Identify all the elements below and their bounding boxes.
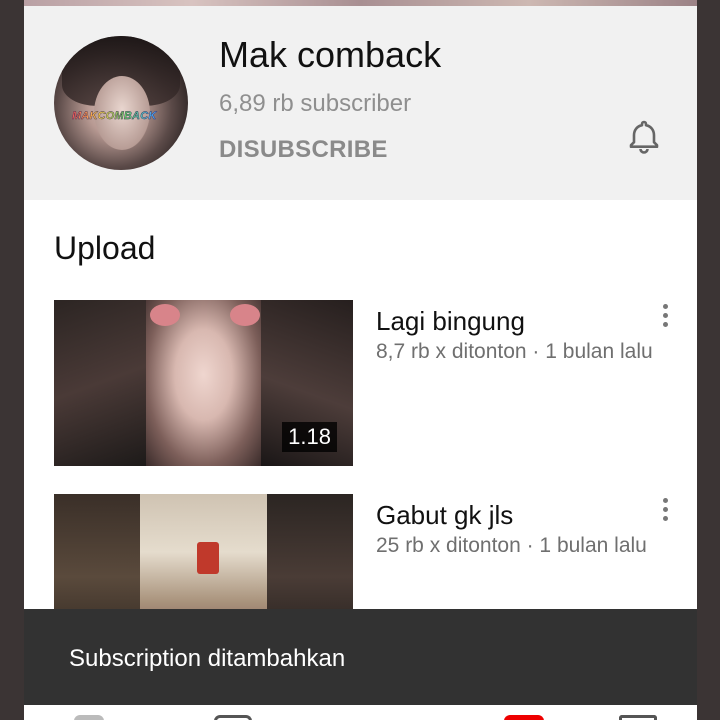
app-screen: MAKCOMBACK Mak comback 6,89 rb subscribe… bbox=[24, 6, 697, 720]
dot-icon bbox=[662, 313, 668, 318]
video-meta: 8,7 rb x ditonton · 1 bulan lalu bbox=[376, 340, 653, 363]
unsubscribe-button[interactable]: DISUBSCRIBE bbox=[219, 136, 388, 164]
dot-icon bbox=[662, 304, 668, 309]
more-vertical-icon[interactable] bbox=[658, 498, 672, 528]
dot-icon bbox=[662, 322, 668, 327]
video-thumbnail[interactable]: 1.18 bbox=[54, 300, 353, 466]
thumbnail-phone-shape bbox=[197, 542, 219, 574]
subscriber-count: 6,89 rb subscriber bbox=[219, 90, 412, 117]
filter-ear-right bbox=[230, 304, 260, 326]
video-item[interactable]: 1.18 Lagi bingung 8,7 rb x ditonton · 1 … bbox=[54, 300, 674, 466]
video-meta: 25 rb x ditonton · 1 bulan lalu bbox=[376, 534, 647, 557]
avatar-logo-text: MAKCOMBACK bbox=[72, 110, 182, 122]
bell-icon-svg bbox=[629, 120, 659, 154]
dot-icon bbox=[662, 498, 668, 503]
thumbnail-left-panel bbox=[54, 300, 146, 466]
nav-subscriptions-icon[interactable] bbox=[504, 715, 544, 720]
video-title[interactable]: Gabut gk jls bbox=[376, 500, 513, 531]
filter-ear-left bbox=[150, 304, 180, 326]
dot-icon bbox=[662, 507, 668, 512]
channel-header: MAKCOMBACK Mak comback 6,89 rb subscribe… bbox=[24, 6, 697, 200]
duration-badge: 1.18 bbox=[282, 422, 337, 452]
bottom-navigation bbox=[24, 705, 697, 720]
nav-explore-icon[interactable] bbox=[214, 715, 252, 720]
nav-library-icon[interactable] bbox=[619, 715, 657, 720]
more-vertical-icon[interactable] bbox=[658, 304, 672, 334]
nav-home-icon[interactable] bbox=[74, 715, 104, 720]
snackbar-message: Subscription ditambahkan bbox=[69, 645, 346, 672]
section-title-upload: Upload bbox=[54, 230, 156, 266]
snackbar: Subscription ditambahkan bbox=[24, 609, 697, 705]
dot-icon bbox=[662, 516, 668, 521]
channel-name: Mak comback bbox=[219, 34, 442, 75]
bell-icon[interactable] bbox=[624, 116, 664, 156]
channel-avatar[interactable]: MAKCOMBACK bbox=[54, 36, 188, 170]
video-title[interactable]: Lagi bingung bbox=[376, 306, 525, 337]
